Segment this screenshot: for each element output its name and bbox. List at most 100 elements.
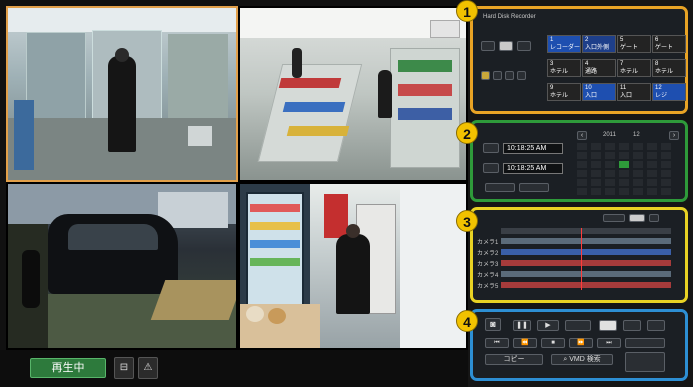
calendar-day[interactable] xyxy=(577,143,587,150)
camera-view-parking[interactable] xyxy=(8,184,236,348)
event-filter-button[interactable] xyxy=(485,183,515,192)
calendar-day[interactable] xyxy=(577,179,587,186)
calendar-day[interactable] xyxy=(647,179,657,186)
calendar-day[interactable] xyxy=(577,161,587,168)
prev-month-button[interactable]: ‹ xyxy=(577,131,587,140)
calendar-day[interactable] xyxy=(661,170,671,177)
calendar-day[interactable] xyxy=(619,188,629,195)
camera-button[interactable]: 12 レジ xyxy=(652,83,686,101)
calendar-day[interactable] xyxy=(605,143,615,150)
calendar-day[interactable] xyxy=(633,161,643,168)
skip-end-button[interactable]: ⏭ xyxy=(597,338,621,348)
calendar-day[interactable] xyxy=(633,143,643,150)
zoom-out-button[interactable] xyxy=(603,214,625,222)
camera-view-register[interactable] xyxy=(240,184,466,348)
calendar-day[interactable] xyxy=(591,143,601,150)
hdd-icon[interactable]: ⊟ xyxy=(114,357,134,379)
calendar-day[interactable] xyxy=(661,179,671,186)
start-time-label xyxy=(483,143,499,153)
calendar-day[interactable] xyxy=(647,152,657,159)
zoom-in-button[interactable] xyxy=(649,214,659,222)
camera-view-store-aisle[interactable] xyxy=(240,8,466,180)
warning-icon[interactable]: ⚠ xyxy=(138,357,158,379)
camera-button[interactable]: 7 ホテル xyxy=(617,59,651,77)
calendar-day[interactable] xyxy=(661,188,671,195)
track-bar[interactable] xyxy=(501,238,671,244)
calendar-day[interactable] xyxy=(647,188,657,195)
speed-4x-button[interactable] xyxy=(647,320,665,331)
layout-1-button[interactable] xyxy=(481,41,495,51)
calendar-day[interactable] xyxy=(605,170,615,177)
play-button[interactable]: ▶ xyxy=(537,320,559,331)
camera-button[interactable]: 9 ホテル xyxy=(547,83,581,101)
calendar-day[interactable] xyxy=(605,152,615,159)
calendar-day[interactable] xyxy=(661,152,671,159)
calendar-day[interactable] xyxy=(591,179,601,186)
track-bar[interactable] xyxy=(501,249,671,255)
layout-9-button[interactable] xyxy=(517,41,531,51)
calendar-day[interactable] xyxy=(661,161,671,168)
speed-2x-button[interactable] xyxy=(623,320,641,331)
camera-view-entrance[interactable] xyxy=(6,6,238,182)
speed-1x-button[interactable] xyxy=(599,320,617,331)
calendar-day[interactable] xyxy=(605,179,615,186)
calendar-day[interactable] xyxy=(619,143,629,150)
osd-button[interactable] xyxy=(517,71,526,80)
layout-16-button[interactable] xyxy=(481,71,490,80)
start-time-field[interactable]: 10:18:25 AM xyxy=(503,143,563,154)
calendar-day[interactable] xyxy=(647,170,657,177)
vmd-search-button[interactable]: ⌕ VMD 検索 xyxy=(551,354,613,365)
playhead[interactable] xyxy=(581,228,582,290)
track-bar[interactable] xyxy=(501,282,671,288)
calendar-day[interactable] xyxy=(605,188,615,195)
zoom-level[interactable] xyxy=(629,214,645,222)
calendar-day[interactable] xyxy=(577,152,587,159)
layout-4-button[interactable] xyxy=(499,41,513,51)
calendar-day[interactable] xyxy=(591,188,601,195)
copy-button[interactable]: コピー xyxy=(485,354,543,365)
calendar-day[interactable] xyxy=(591,161,601,168)
calendar-day[interactable] xyxy=(619,161,629,168)
camera-button[interactable]: 8 ホテル xyxy=(652,59,686,77)
calendar-day[interactable] xyxy=(577,170,587,177)
calendar-day[interactable] xyxy=(633,152,643,159)
camera-button[interactable]: 5 ゲート xyxy=(617,35,651,53)
camera-button[interactable]: 2 入口外側 xyxy=(582,35,616,53)
track-bar[interactable] xyxy=(501,260,671,266)
track-bar[interactable] xyxy=(501,271,671,277)
stop-button[interactable]: ■ xyxy=(541,338,565,348)
end-time-field[interactable]: 10:18:25 AM xyxy=(503,163,563,174)
camera-button[interactable]: 11 入口 xyxy=(617,83,651,101)
operation-panel-button[interactable] xyxy=(625,352,665,372)
camera-button[interactable]: 10 入口 xyxy=(582,83,616,101)
rewind-button[interactable]: ⏪ xyxy=(513,338,537,348)
calendar-day[interactable] xyxy=(577,188,587,195)
calendar-day[interactable] xyxy=(619,170,629,177)
skip-start-button[interactable]: ⏮ xyxy=(485,338,509,348)
camera-button[interactable]: 4 通路 xyxy=(582,59,616,77)
pause-button[interactable]: ❚❚ xyxy=(513,320,531,331)
calendar-day[interactable] xyxy=(647,143,657,150)
snapshot-button[interactable]: ◙ xyxy=(485,318,501,331)
sequence-button[interactable] xyxy=(493,71,502,80)
reverse-button[interactable] xyxy=(565,320,591,331)
calendar-day[interactable] xyxy=(633,188,643,195)
motion-filter-button[interactable] xyxy=(519,183,549,192)
speed-readout[interactable] xyxy=(625,338,665,348)
zoom-button[interactable] xyxy=(505,71,514,80)
camera-button[interactable]: 6 ゲート xyxy=(652,35,686,53)
calendar-day[interactable] xyxy=(619,179,629,186)
fast-forward-button[interactable]: ⏩ xyxy=(569,338,593,348)
calendar-day[interactable] xyxy=(591,170,601,177)
calendar-day[interactable] xyxy=(661,143,671,150)
next-month-button[interactable]: › xyxy=(669,131,679,140)
calendar-day[interactable] xyxy=(633,179,643,186)
camera-button[interactable]: 1 レコーダー xyxy=(547,35,581,53)
camera-button[interactable]: 3 ホテル xyxy=(547,59,581,77)
calendar-day[interactable] xyxy=(605,161,615,168)
calendar-day[interactable] xyxy=(591,152,601,159)
calendar-day[interactable] xyxy=(633,170,643,177)
calendar-day[interactable] xyxy=(619,152,629,159)
playback-status: 再生中 xyxy=(30,358,106,378)
calendar-day[interactable] xyxy=(647,161,657,168)
